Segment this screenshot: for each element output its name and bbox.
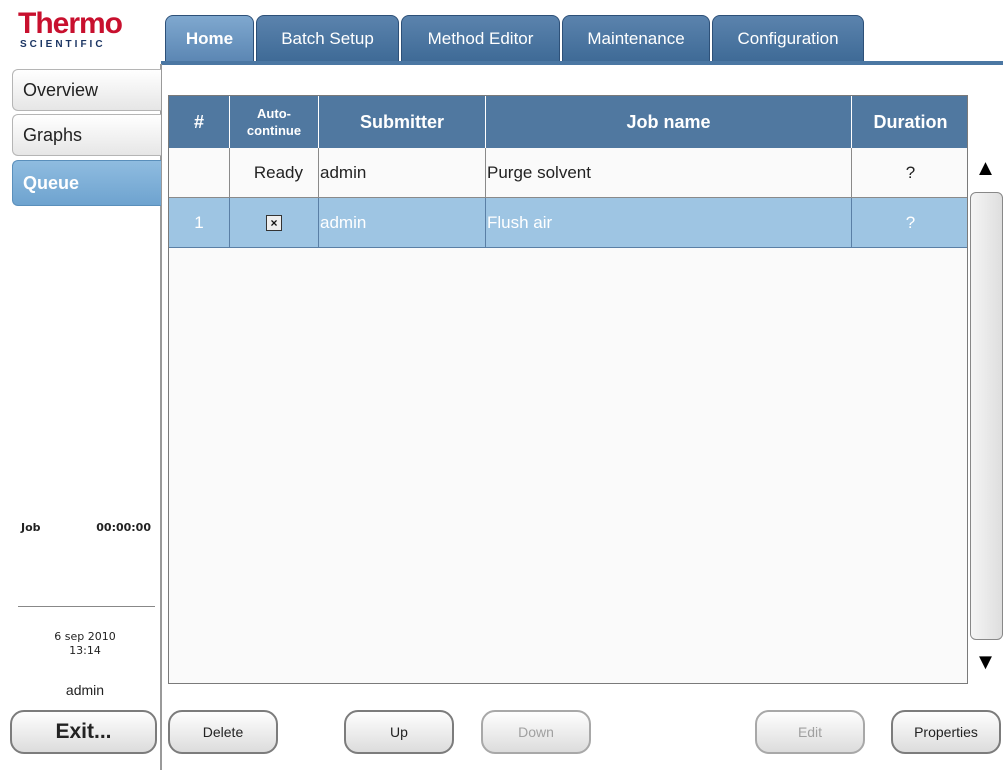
auto-continue-line2: continue xyxy=(246,123,302,138)
row-duration: ? xyxy=(852,148,967,198)
sidebar-item-queue[interactable]: Queue xyxy=(12,160,161,206)
queue-table: # Auto- continue Submitter Job name Dura… xyxy=(168,95,968,684)
tab-underline xyxy=(161,61,1003,65)
tab-method-editor[interactable]: Method Editor xyxy=(401,15,560,62)
date-text: 6 sep 2010 xyxy=(54,630,116,643)
tab-home[interactable]: Home xyxy=(165,15,254,62)
column-header-job-name: Job name xyxy=(486,96,852,148)
sidebar-item-overview[interactable]: Overview xyxy=(12,69,161,111)
brand-subtitle: SCIENTIFIC xyxy=(20,39,106,50)
auto-continue-checkbox[interactable]: × xyxy=(266,214,282,231)
column-header-submitter: Submitter xyxy=(319,96,486,148)
job-label: Job xyxy=(21,521,41,534)
column-header-number: # xyxy=(169,96,230,148)
scroll-up-arrow-icon[interactable]: ▲ xyxy=(968,148,1003,188)
row-auto-continue: × xyxy=(230,198,319,248)
table-row[interactable]: Ready admin Purge solvent ? xyxy=(169,148,967,198)
time-text: 13:14 xyxy=(69,644,101,657)
current-user: admin xyxy=(65,682,105,698)
thermo-scientific-logo: Thermo SCIENTIFIC xyxy=(0,0,161,62)
delete-button[interactable]: Delete xyxy=(168,710,278,754)
row-duration: ? xyxy=(852,198,967,248)
auto-continue-line1: Auto- xyxy=(257,106,291,121)
table-scrollbar[interactable]: ▲ ▼ xyxy=(968,148,1003,684)
row-job-name: Flush air xyxy=(486,198,852,248)
table-header: # Auto- continue Submitter Job name Dura… xyxy=(169,96,967,148)
row-number xyxy=(169,148,230,198)
edit-button[interactable]: Edit xyxy=(755,710,865,754)
tab-maintenance[interactable]: Maintenance xyxy=(562,15,710,62)
tab-batch-setup[interactable]: Batch Setup xyxy=(256,15,399,62)
main-tabs: Home Batch Setup Method Editor Maintenan… xyxy=(165,15,1003,62)
sidebar-item-graphs[interactable]: Graphs xyxy=(12,114,161,156)
tab-configuration[interactable]: Configuration xyxy=(712,15,864,62)
table-row-selected[interactable]: 1 × admin Flush air ? xyxy=(169,198,967,248)
row-submitter: admin xyxy=(319,148,486,198)
column-header-auto-continue: Auto- continue xyxy=(230,96,319,148)
move-down-button[interactable]: Down xyxy=(481,710,591,754)
brand-name: Thermo xyxy=(18,7,123,40)
properties-button[interactable]: Properties xyxy=(891,710,1001,754)
sidebar-separator xyxy=(18,606,155,607)
scroll-down-arrow-icon[interactable]: ▼ xyxy=(968,642,1003,682)
row-job-name: Purge solvent xyxy=(486,148,852,198)
scroll-thumb[interactable] xyxy=(970,192,1003,640)
move-up-button[interactable]: Up xyxy=(344,710,454,754)
column-header-duration: Duration xyxy=(852,96,967,148)
row-submitter: admin xyxy=(319,198,486,248)
row-auto-continue: Ready xyxy=(230,148,319,198)
job-timer: Job 00:00:00 xyxy=(21,521,151,534)
datetime: 6 sep 2010 13:14 xyxy=(30,630,140,658)
row-number: 1 xyxy=(169,198,230,248)
exit-button[interactable]: Exit... xyxy=(10,710,157,754)
job-time: 00:00:00 xyxy=(96,521,151,534)
